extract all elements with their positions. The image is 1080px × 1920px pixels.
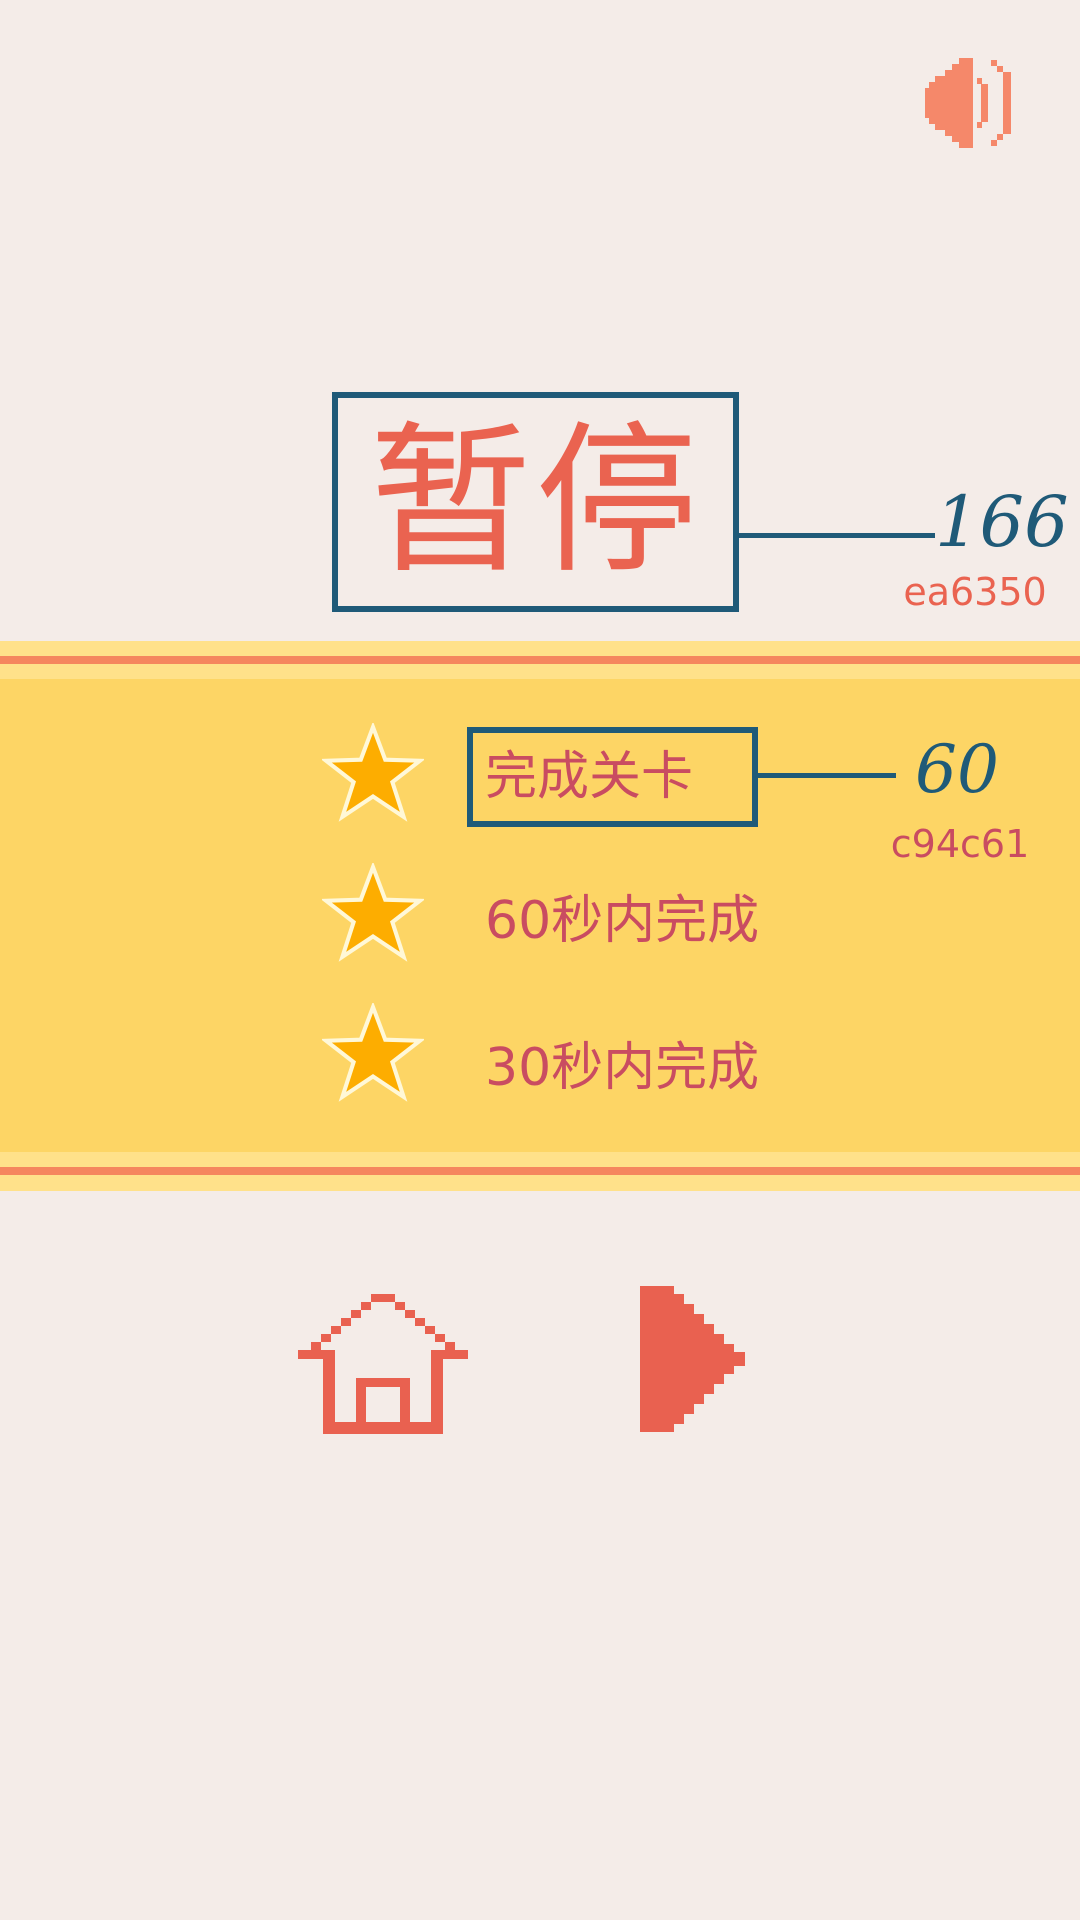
speaker-on-icon: [925, 58, 1011, 148]
title-size-annotation: 166: [935, 481, 1069, 563]
home-icon: [298, 1294, 468, 1434]
title-annotation-leader: [739, 533, 935, 538]
title-color-annotation: ea6350: [903, 570, 1047, 614]
star-icon: [322, 723, 424, 822]
sound-toggle-button[interactable]: [925, 58, 1040, 148]
objective-annotation-leader: [758, 773, 896, 778]
star-icon: [322, 863, 424, 962]
objective-size-annotation: 60: [915, 731, 999, 808]
pause-title: 暂停: [369, 408, 702, 596]
star-icon: [322, 1003, 424, 1102]
home-button[interactable]: [298, 1294, 468, 1434]
resume-button[interactable]: [640, 1286, 745, 1432]
objective-color-annotation: c94c61: [890, 822, 1030, 866]
play-icon: [640, 1286, 745, 1432]
objective-annotation-frame: [467, 727, 758, 827]
objective-within-30s: 30秒内完成: [485, 1038, 760, 1098]
objective-within-60s: 60秒内完成: [485, 891, 760, 951]
